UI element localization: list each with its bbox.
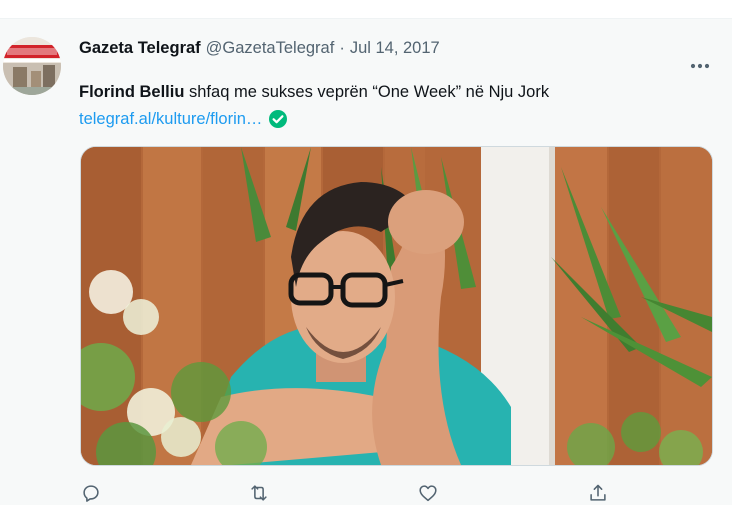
retweet-button[interactable] (245, 479, 273, 507)
article-link[interactable]: telegraf.al/kulture/florin… (79, 110, 262, 129)
check-circle-icon (268, 109, 288, 129)
reply-button[interactable] (77, 479, 105, 507)
tweet-text: Florind Belliu shfaq me sukses veprën “O… (79, 83, 549, 102)
share-icon (590, 484, 606, 501)
more-button[interactable] (684, 53, 716, 79)
link-row: telegraf.al/kulture/florin… (79, 108, 288, 130)
author-handle[interactable]: @GazetaTelegraf (206, 39, 335, 58)
tweet-header: Gazeta Telegraf @GazetaTelegraf · Jul 14… (79, 37, 440, 59)
avatar[interactable] (3, 37, 61, 95)
heart-icon (419, 485, 437, 502)
share-button[interactable] (584, 479, 612, 507)
reply-icon (83, 485, 99, 502)
header-separator: · (339, 38, 345, 57)
retweet-icon (251, 485, 267, 501)
author-name[interactable]: Gazeta Telegraf (79, 39, 201, 58)
tweet-card[interactable]: Gazeta Telegraf @GazetaTelegraf · Jul 14… (0, 18, 732, 506)
photo-image (81, 147, 712, 465)
top-strip (0, 0, 732, 18)
tweet-media-photo[interactable] (80, 146, 713, 466)
avatar-logo-image (3, 37, 61, 95)
tweet-date[interactable]: Jul 14, 2017 (350, 39, 440, 58)
like-button[interactable] (414, 479, 442, 507)
tweet-text-mention: Florind Belliu (79, 83, 185, 101)
tweet-text-body: shfaq me sukses veprën “One Week” në Nju… (184, 83, 550, 101)
more-horizontal-icon (690, 63, 710, 69)
page: Gazeta Telegraf @GazetaTelegraf · Jul 14… (0, 0, 732, 518)
bottom-strip (0, 505, 732, 518)
